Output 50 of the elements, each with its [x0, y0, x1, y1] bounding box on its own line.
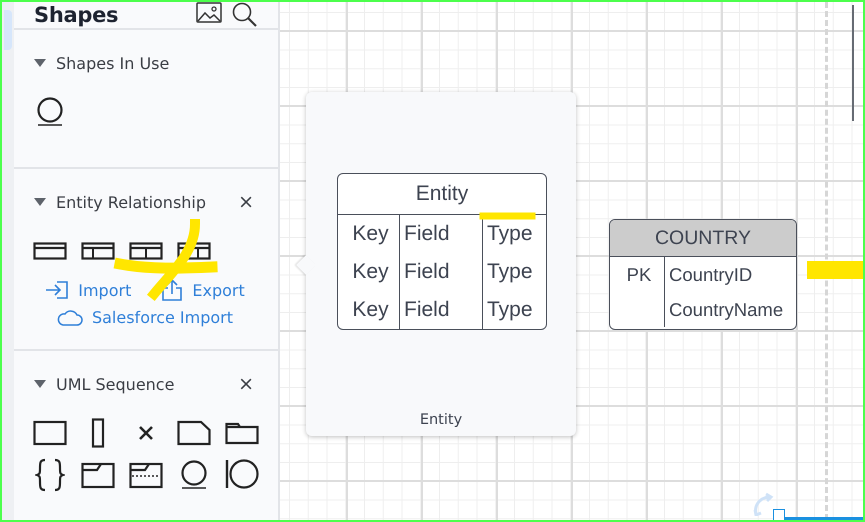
table-cell-text: CountryName	[668, 298, 784, 322]
table-cell-text: CountryID	[668, 263, 754, 287]
section-title[interactable]: Entity Relationship	[56, 192, 238, 212]
collapse-triangle-icon[interactable]	[34, 198, 46, 206]
table-cell-text: Type	[486, 221, 534, 247]
selection-handle[interactable]	[773, 509, 785, 520]
table-shape-icon[interactable]	[129, 242, 163, 260]
section-title[interactable]: Shapes In Use	[56, 54, 254, 72]
table-cell: Field	[400, 215, 483, 253]
table-cell: Field	[400, 291, 483, 329]
table-cell: Key	[338, 215, 400, 253]
table-cell: Key	[338, 253, 400, 291]
panel-title: Shapes	[34, 3, 120, 27]
import-icon	[45, 280, 70, 300]
table-cell-text: Type	[486, 297, 534, 323]
section-title[interactable]: UML Sequence	[56, 374, 238, 394]
circle-shape-icon[interactable]	[179, 460, 209, 490]
rotate-handle-icon[interactable]	[753, 492, 775, 516]
diagram-canvas[interactable]: Entity Key Field Type Key Field Type Key Field Type Entity COUNTRY PK CountryID CountryName	[280, 2, 863, 520]
image-icon[interactable]	[196, 2, 222, 24]
link[interactable]: Import	[45, 278, 132, 302]
close-button[interactable]: ×	[238, 192, 254, 212]
note-shape-icon[interactable]	[177, 420, 211, 446]
lifeline-shape-icon[interactable]	[91, 418, 105, 448]
frame-shape-icon[interactable]	[81, 461, 115, 489]
table-shape-icon[interactable]	[81, 242, 115, 260]
table-cell: Field	[400, 253, 483, 291]
search-icon[interactable]	[232, 2, 258, 28]
table-cell-text: Type	[486, 259, 534, 285]
collapse-triangle-icon[interactable]	[34, 380, 46, 388]
table-title: Entity	[338, 174, 546, 215]
collapse-triangle-icon[interactable]	[34, 59, 46, 67]
table-shape-icon[interactable]	[177, 242, 211, 260]
cross-shape-icon[interactable]	[138, 425, 154, 441]
folder-shape-icon[interactable]	[225, 421, 259, 445]
rectangle-shape-icon[interactable]	[33, 420, 67, 446]
cloud-icon	[56, 308, 83, 326]
popover-pointer	[296, 255, 316, 275]
table-title: COUNTRY	[610, 220, 796, 257]
export-icon	[161, 278, 184, 302]
table-shape-icon[interactable]	[33, 242, 67, 260]
preview-caption: Entity	[420, 412, 462, 428]
link[interactable]: Salesforce Import	[56, 308, 234, 327]
link[interactable]: Export	[161, 278, 245, 302]
braces-shape-icon[interactable]	[35, 458, 65, 492]
table-cell: PK	[610, 257, 665, 292]
circle-shape-icon[interactable]	[35, 97, 65, 127]
close-button[interactable]: ×	[238, 374, 254, 394]
frame-shape-icon[interactable]	[129, 461, 163, 489]
table-cell: Key	[338, 291, 400, 329]
